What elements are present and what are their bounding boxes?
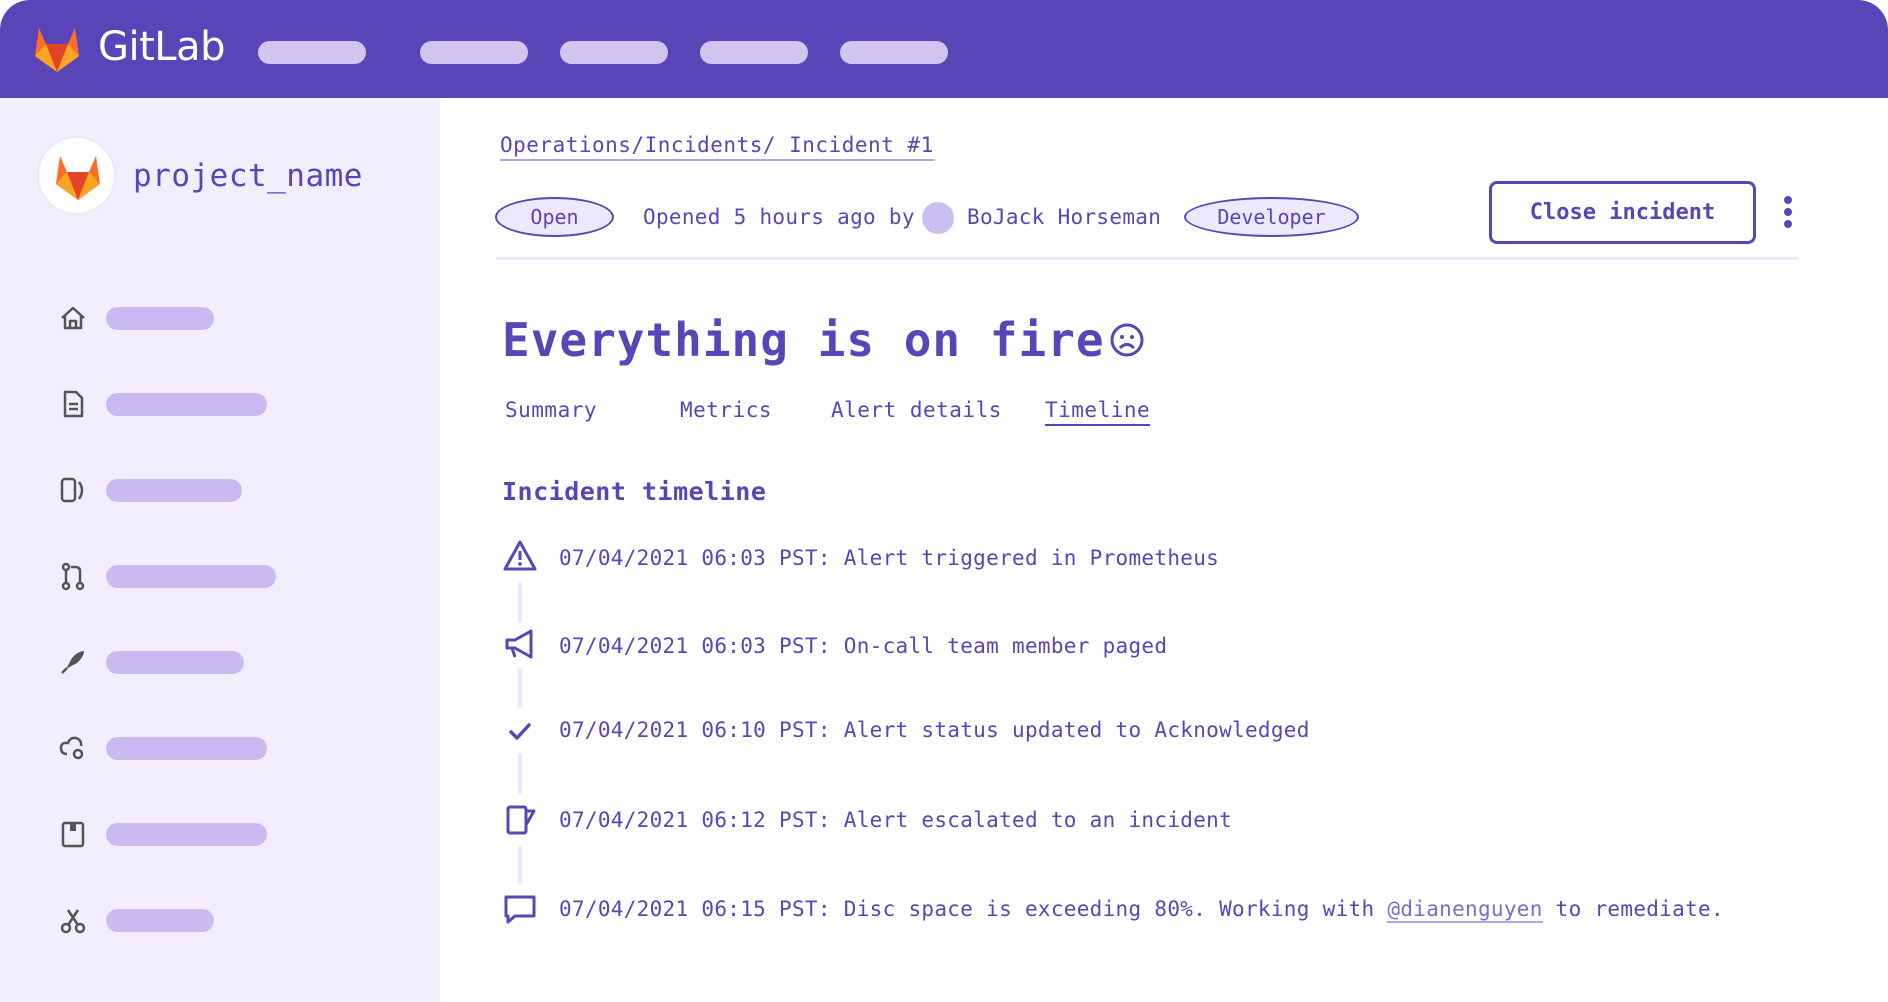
nav-item-2[interactable] xyxy=(420,41,528,64)
project-avatar[interactable] xyxy=(37,136,116,215)
check-icon xyxy=(509,723,531,740)
nav-item-3[interactable] xyxy=(560,41,668,64)
breadcrumb[interactable]: Operations/Incidents/ Incident #1 xyxy=(500,133,934,161)
top-navigation-bar: GitLab xyxy=(0,0,1888,98)
sidebar-item-label xyxy=(106,479,242,502)
home-icon xyxy=(61,306,85,330)
timeline-event-text: 07/04/2021 06:15 PST: Disc space is exce… xyxy=(559,897,1375,921)
timeline-event: 07/04/2021 06:10 PST: Alert status updat… xyxy=(559,718,1310,742)
user-avatar[interactable] xyxy=(922,202,954,234)
sidebar-item-label xyxy=(106,909,214,932)
timeline-connector xyxy=(518,754,522,794)
incident-title-text: Everything is on fire xyxy=(502,313,1105,367)
package-icon xyxy=(61,821,85,848)
sidebar-item-packages[interactable] xyxy=(58,819,358,849)
sidebar-item-label xyxy=(106,565,276,588)
snippets-icon xyxy=(60,909,86,934)
sidebar-item-label xyxy=(106,307,214,330)
comment-icon xyxy=(504,895,536,924)
sidebar-item-merge-requests[interactable] xyxy=(58,561,358,591)
incident-title: Everything is on fire xyxy=(502,313,1145,367)
tab-summary[interactable]: Summary xyxy=(505,398,597,422)
timeline-event: 07/04/2021 06:12 PST: Alert escalated to… xyxy=(559,808,1233,832)
warning-icon xyxy=(503,540,537,571)
merge-request-icon xyxy=(61,562,85,591)
sidebar-item-snippets[interactable] xyxy=(58,905,358,935)
timeline-event: 07/04/2021 06:03 PST: On-call team membe… xyxy=(559,634,1168,658)
sad-face-icon xyxy=(1110,323,1144,357)
gitlab-logo-icon xyxy=(56,156,100,200)
tab-timeline[interactable]: Timeline xyxy=(1045,398,1151,426)
timeline-event-text: to remediate. xyxy=(1555,897,1724,921)
opened-meta-text: Opened 5 hours ago by xyxy=(643,205,915,229)
issues-icon xyxy=(60,477,84,503)
sidebar-item-infrastructure[interactable] xyxy=(58,733,358,763)
tab-metrics[interactable]: Metrics xyxy=(680,398,772,422)
user-mention-link[interactable]: @dianenguyen xyxy=(1387,897,1543,923)
sidebar-item-label xyxy=(106,737,267,760)
sidebar-item-label xyxy=(106,823,267,846)
sidebar-item-label xyxy=(106,651,244,674)
more-actions-icon[interactable] xyxy=(1781,196,1795,232)
role-badge: Developer xyxy=(1184,197,1359,237)
cloud-settings-icon xyxy=(59,736,84,760)
sidebar xyxy=(0,98,440,1002)
rocket-icon xyxy=(61,651,84,674)
close-incident-button[interactable]: Close incident xyxy=(1489,181,1756,244)
sidebar-item-repository[interactable] xyxy=(58,389,358,419)
timeline-connector xyxy=(518,668,522,708)
sidebar-item-label xyxy=(106,393,267,416)
tab-alert-details[interactable]: Alert details xyxy=(831,398,1002,422)
header-divider xyxy=(496,257,1798,260)
gitlab-logo-icon[interactable] xyxy=(30,24,84,74)
status-badge: Open xyxy=(495,197,614,237)
document-icon xyxy=(63,390,84,418)
sidebar-item-home[interactable] xyxy=(58,303,358,333)
nav-item-1[interactable] xyxy=(258,41,366,64)
megaphone-icon xyxy=(505,629,533,659)
author-name[interactable]: BoJack Horseman xyxy=(967,205,1161,229)
timeline-heading: Incident timeline xyxy=(502,477,767,506)
escalate-icon xyxy=(506,805,536,835)
timeline-event: 07/04/2021 06:15 PST: Disc space is exce… xyxy=(559,897,1724,923)
timeline-connector xyxy=(518,845,522,885)
nav-item-5[interactable] xyxy=(840,41,948,64)
brand-name[interactable]: GitLab xyxy=(98,24,225,70)
timeline-connector xyxy=(518,582,522,622)
timeline-event: 07/04/2021 06:03 PST: Alert triggered in… xyxy=(559,546,1220,570)
project-name[interactable]: project_name xyxy=(133,158,363,194)
sidebar-item-deployments[interactable] xyxy=(58,647,358,677)
sidebar-item-issues[interactable] xyxy=(58,475,358,505)
nav-item-4[interactable] xyxy=(700,41,808,64)
